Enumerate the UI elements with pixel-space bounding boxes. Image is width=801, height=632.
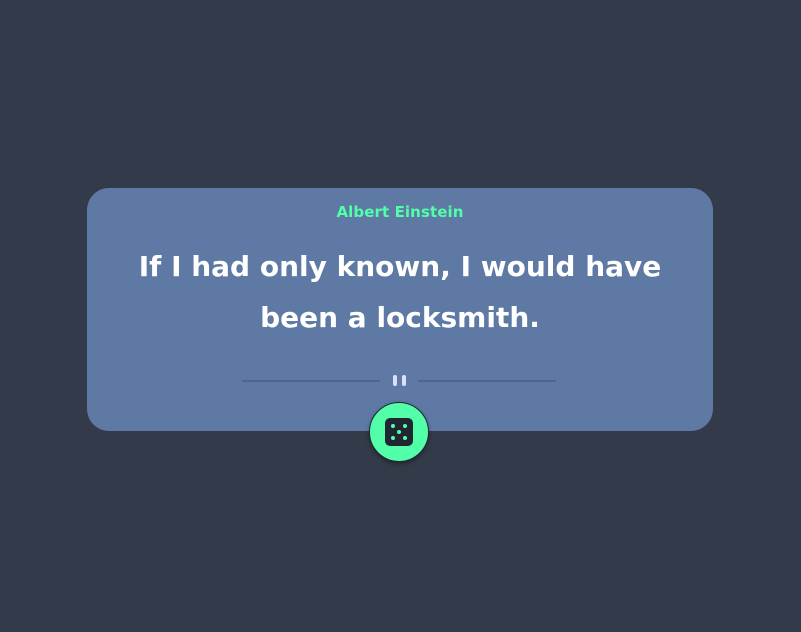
pause-icon [393,375,397,386]
quote-text: If I had only known, I would have been a… [138,250,662,334]
divider-line-left [242,380,380,382]
dice-icon [385,418,413,446]
divider-line-right [418,380,556,382]
new-advice-button[interactable] [369,402,429,462]
quote-card: Albert Einstein If I had only known, I w… [87,188,713,431]
quote-author: Albert Einstein [336,203,464,221]
pause-icon [402,375,406,386]
pattern-divider [242,373,556,389]
